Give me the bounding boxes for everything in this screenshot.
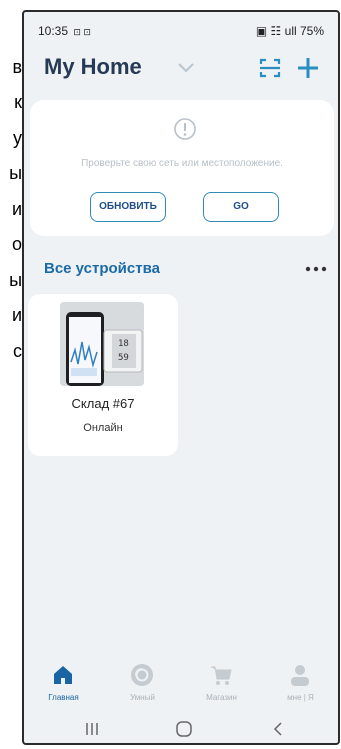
scan-icon[interactable] — [258, 56, 282, 80]
back-icon[interactable] — [268, 721, 288, 737]
tab-label: Умный — [130, 693, 155, 702]
side-letter: и — [11, 199, 22, 219]
alert-icon — [174, 118, 196, 140]
home-header: My Home — [24, 52, 338, 92]
tab-label: Главная — [48, 693, 79, 702]
tab-shop[interactable]: Магазин — [182, 657, 261, 707]
device-card[interactable]: 18 59 Склад #67 Онлайн — [28, 294, 178, 456]
side-letter: ы — [9, 270, 22, 290]
more-options-icon[interactable] — [304, 264, 328, 274]
status-right: ▣ ☷ ull 75% — [255, 24, 324, 38]
refresh-button[interactable]: ОБНОВИТЬ — [90, 192, 166, 222]
notification-icons: ⊡ ⊡ — [73, 27, 91, 37]
home-title[interactable]: My Home — [44, 54, 142, 80]
home-icon — [54, 666, 72, 684]
smart-icon — [131, 664, 153, 686]
side-letter: к — [14, 92, 22, 112]
svg-text:59: 59 — [118, 353, 129, 363]
device-thumbnail: 18 59 — [60, 302, 144, 386]
side-letter: у — [13, 128, 22, 148]
recent-apps-icon[interactable] — [82, 721, 102, 737]
add-icon[interactable] — [294, 54, 322, 82]
device-name: Склад #67 — [71, 396, 135, 411]
cart-icon — [211, 666, 232, 685]
tab-smart[interactable]: Умный — [103, 657, 182, 707]
chevron-down-icon[interactable] — [176, 58, 196, 78]
device-status: Онлайн — [83, 422, 123, 434]
tab-label: мне | Я — [287, 693, 314, 702]
bottom-tab-bar: Главная Умный Магазин мне | Я — [24, 657, 338, 707]
side-letter: с — [13, 341, 22, 361]
status-time: 10:35 ⊡ ⊡ — [38, 24, 91, 38]
side-letter: ы — [9, 163, 22, 183]
thermometer-image-icon: 18 59 — [60, 302, 144, 386]
clock: 10:35 — [38, 24, 69, 38]
warning-message: Проверьте свою сеть или местоположение. — [81, 158, 283, 169]
phone-screen: 10:35 ⊡ ⊡ ▣ ☷ ull 75% My Home Проверьте … — [22, 10, 340, 745]
profile-icon — [291, 665, 309, 686]
system-nav-bar — [24, 715, 338, 743]
all-devices-title: Все устройства — [44, 260, 160, 277]
tab-home[interactable]: Главная — [24, 657, 103, 707]
tab-label: Магазин — [206, 693, 237, 702]
go-button[interactable]: GO — [203, 192, 279, 222]
side-letter: в — [12, 57, 22, 77]
tab-profile[interactable]: мне | Я — [261, 657, 338, 707]
side-letter: и — [11, 305, 22, 325]
network-warning-card: Проверьте свою сеть или местоположение. … — [30, 100, 334, 236]
side-letter: о — [11, 234, 22, 254]
home-button-icon[interactable] — [174, 721, 194, 737]
status-bar: 10:35 ⊡ ⊡ ▣ ☷ ull 75% — [24, 12, 338, 40]
svg-text:18: 18 — [118, 339, 129, 349]
